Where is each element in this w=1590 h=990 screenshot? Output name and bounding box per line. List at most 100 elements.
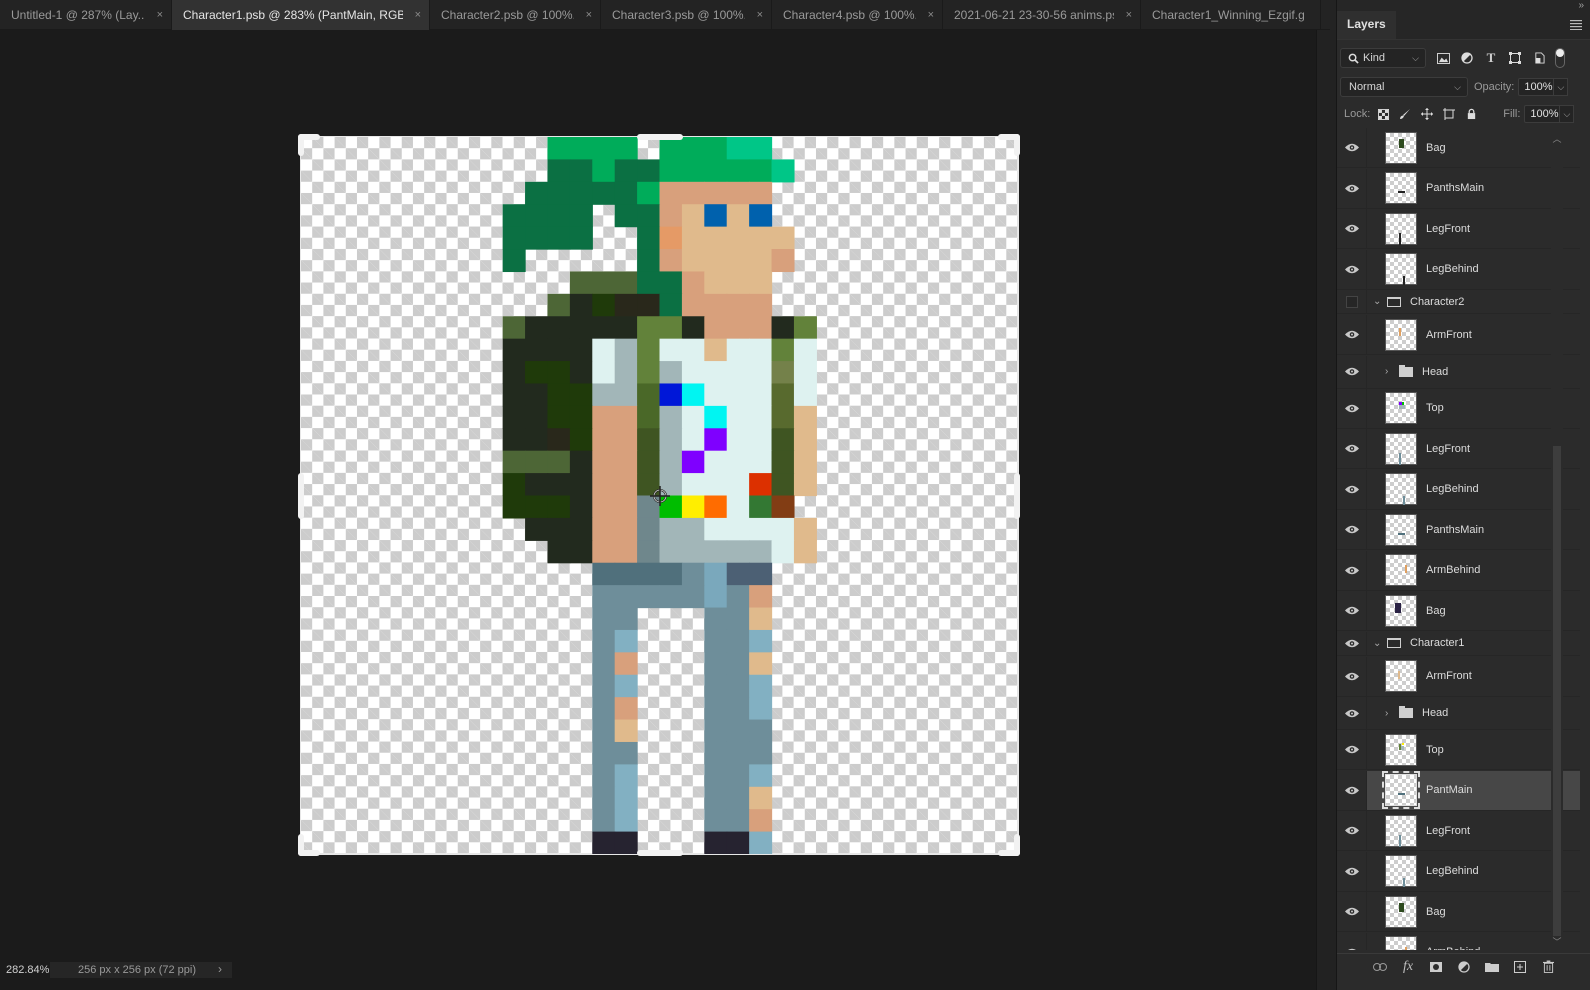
chevron-down-icon[interactable]: ⌄	[1373, 296, 1383, 307]
layer-row[interactable]: LegFront	[1337, 811, 1580, 851]
visibility-eye-icon[interactable]	[1337, 550, 1367, 590]
visibility-eye-icon[interactable]	[1337, 811, 1367, 850]
fx-icon[interactable]: fx	[1398, 957, 1418, 977]
layer-body[interactable]: Bag	[1367, 591, 1580, 630]
scroll-up-icon[interactable]: ︿	[1551, 132, 1563, 145]
close-tab-icon[interactable]: ×	[157, 9, 163, 21]
layer-body[interactable]: › Head	[1367, 697, 1580, 729]
adjustment-layer-icon[interactable]	[1454, 957, 1474, 977]
status-menu-arrow-icon[interactable]: ›	[218, 962, 222, 976]
visibility-eye-icon[interactable]	[1337, 932, 1367, 950]
tab-document[interactable]: Character1.psb @ 283% (PantMain, RGB/8*)…	[172, 0, 430, 30]
transform-handle-bottom-left-v[interactable]	[298, 834, 304, 856]
close-tab-icon[interactable]: ×	[757, 9, 763, 21]
close-tab-icon[interactable]: ×	[928, 9, 934, 21]
collapse-panel-icon[interactable]: »	[1578, 0, 1584, 11]
visibility-eye-icon[interactable]	[1337, 892, 1367, 931]
layer-group-row[interactable]: › Head	[1337, 355, 1580, 389]
layer-row[interactable]: PanthsMain	[1337, 168, 1580, 209]
layer-body[interactable]: PanthsMain	[1367, 510, 1580, 549]
visibility-eye-icon[interactable]	[1337, 770, 1367, 810]
visibility-eye-icon[interactable]	[1337, 510, 1367, 549]
layer-row[interactable]: ArmFront	[1337, 656, 1580, 697]
document-info[interactable]: 256 px x 256 px (72 ppi)	[50, 962, 232, 978]
layer-row[interactable]: Bag	[1337, 892, 1580, 932]
chevron-right-icon[interactable]: ›	[1385, 708, 1395, 719]
lock-position-move-icon[interactable]	[1417, 104, 1437, 124]
layer-body[interactable]: ⌄ Character1	[1367, 632, 1580, 655]
layer-body[interactable]: › Head	[1367, 356, 1580, 388]
layer-row[interactable]: Bag	[1337, 591, 1580, 631]
visibility-eye-icon[interactable]	[1337, 591, 1367, 630]
blend-mode-select[interactable]: Normal ⌵	[1340, 77, 1468, 97]
fill-dropdown-icon[interactable]: ⌵	[1560, 105, 1575, 123]
transform-handle-top[interactable]	[637, 134, 683, 140]
layer-body[interactable]: ⌄ Character2	[1367, 290, 1580, 313]
tab-document[interactable]: Untitled-1 @ 287% (Lay... ×	[0, 0, 172, 30]
chevron-right-icon[interactable]: ›	[1385, 366, 1395, 377]
transform-handle-bottom-right-v[interactable]	[1014, 834, 1020, 856]
layer-row[interactable]: LegBehind	[1337, 469, 1580, 510]
new-group-folder-icon[interactable]	[1482, 957, 1502, 977]
lock-artboard-icon[interactable]	[1439, 104, 1459, 124]
visibility-eye-icon[interactable]	[1337, 388, 1367, 428]
layers-scrollbar[interactable]: ︿ ﹀	[1551, 128, 1563, 950]
close-tab-icon[interactable]: ×	[1126, 9, 1132, 21]
filter-type-icon[interactable]: T	[1481, 48, 1501, 68]
layer-body[interactable]: LegBehind	[1367, 250, 1580, 289]
layer-body[interactable]: LegFront	[1367, 429, 1580, 468]
tab-document[interactable]: 2021-06-21 23-30-56 anims.psd ×	[943, 0, 1141, 30]
tab-document[interactable]: Character2.psb @ 100%... ×	[430, 0, 601, 30]
filter-kind-select[interactable]: Kind ⌵	[1340, 48, 1426, 68]
layer-group-row[interactable]: ⌄ Character2	[1337, 290, 1580, 314]
filter-shape-icon[interactable]	[1505, 48, 1525, 68]
layer-body[interactable]: ArmFront	[1367, 315, 1580, 354]
layer-body[interactable]: ArmBehind	[1367, 551, 1580, 590]
visibility-eye-icon[interactable]	[1337, 168, 1367, 208]
visibility-eye-icon[interactable]	[1337, 631, 1367, 655]
visibility-eye-icon[interactable]	[1337, 355, 1367, 388]
close-tab-icon[interactable]: ×	[586, 9, 592, 21]
tab-document[interactable]: Character4.psb @ 100%... ×	[772, 0, 943, 30]
visibility-eye-icon[interactable]	[1337, 730, 1367, 769]
visibility-eye-icon[interactable]	[1337, 315, 1367, 354]
transform-handle-bottom[interactable]	[637, 850, 683, 856]
scrollbar-thumb[interactable]	[1553, 446, 1561, 936]
layer-body[interactable]: Bag	[1367, 128, 1580, 167]
layer-row[interactable]: PantMain	[1337, 770, 1580, 811]
layer-body[interactable]: LegBehind	[1367, 470, 1580, 509]
link-layers-icon[interactable]	[1370, 957, 1390, 977]
visibility-eye-icon[interactable]	[1337, 851, 1367, 891]
visibility-eye-icon[interactable]	[1337, 469, 1367, 509]
zoom-level-field[interactable]: 282.84%	[6, 964, 49, 976]
filter-toggle-switch[interactable]	[1555, 48, 1565, 68]
layer-row[interactable]: LegFront	[1337, 209, 1580, 249]
layer-body[interactable]: Top	[1367, 730, 1580, 769]
opacity-input[interactable]: 100%	[1518, 78, 1555, 96]
layer-group-row[interactable]: › Head	[1337, 697, 1580, 730]
filter-smart-object-icon[interactable]	[1529, 48, 1549, 68]
layer-body[interactable]: LegFront	[1367, 209, 1580, 248]
layer-body[interactable]: PanthsMain	[1367, 169, 1580, 208]
close-tab-icon[interactable]: ×	[415, 9, 421, 21]
scroll-down-icon[interactable]: ﹀	[1551, 935, 1563, 948]
visibility-toggle-empty[interactable]	[1337, 290, 1367, 313]
layer-body[interactable]: Bag	[1367, 892, 1580, 931]
tab-document[interactable]: Character3.psb @ 100%... ×	[601, 0, 772, 30]
layer-row[interactable]: Top	[1337, 388, 1580, 429]
layer-row[interactable]: ArmBehind	[1337, 550, 1580, 591]
filter-pixel-icon[interactable]	[1433, 48, 1453, 68]
visibility-eye-icon[interactable]	[1337, 697, 1367, 729]
chevron-down-icon[interactable]: ⌄	[1373, 638, 1383, 649]
transform-handle-left[interactable]	[298, 473, 304, 519]
layer-group-row[interactable]: ⌄ Character1	[1337, 631, 1580, 656]
visibility-eye-icon[interactable]	[1337, 209, 1367, 248]
layer-body[interactable]: PantMain	[1367, 770, 1580, 810]
layer-row[interactable]: ArmBehind	[1337, 932, 1580, 950]
tab-layers[interactable]: Layers	[1337, 11, 1396, 39]
trash-icon[interactable]	[1538, 957, 1558, 977]
transform-handle-top-left-v[interactable]	[298, 134, 304, 156]
layer-row[interactable]: LegBehind	[1337, 851, 1580, 892]
tab-document[interactable]: Character1_Winning_Ezgif.g	[1141, 0, 1321, 30]
add-mask-icon[interactable]	[1426, 957, 1446, 977]
